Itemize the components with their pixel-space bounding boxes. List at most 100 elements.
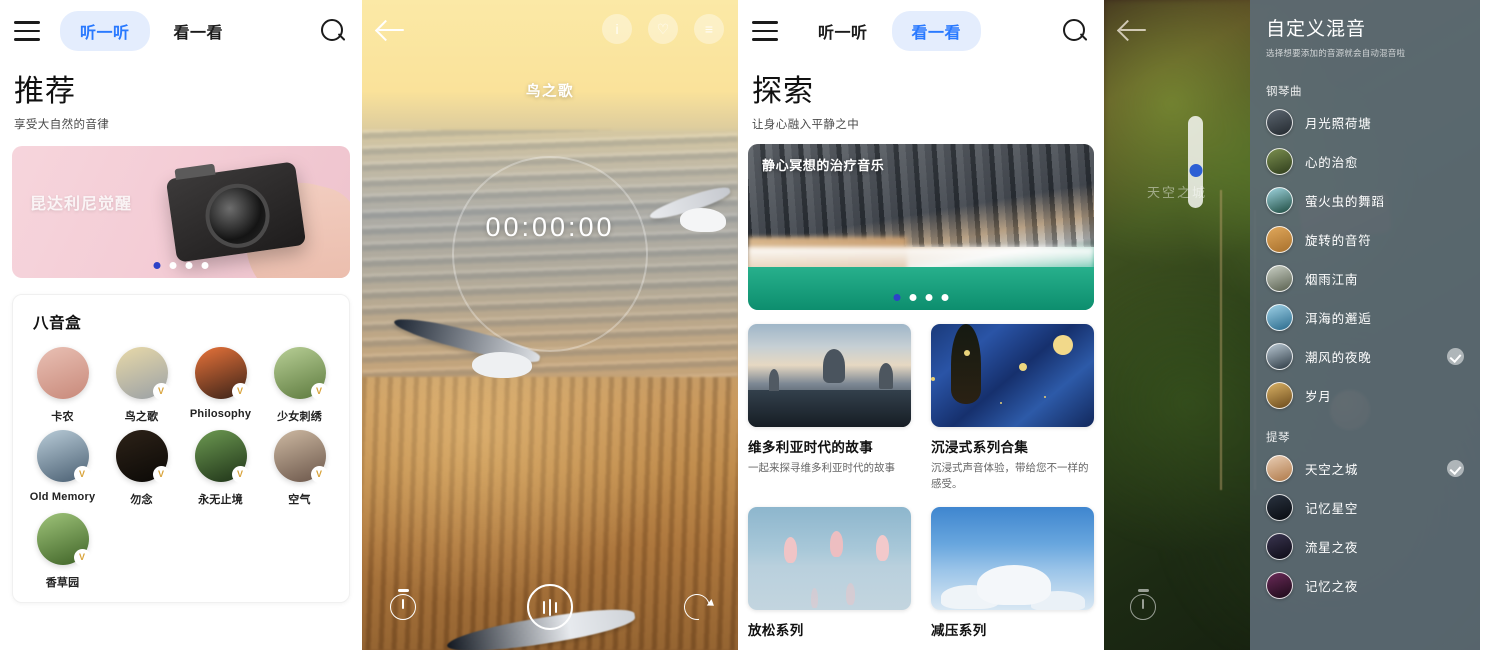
music-box-thumbnail[interactable]: V (273, 347, 328, 400)
hero-dot[interactable] (925, 294, 933, 301)
carousel-dot[interactable] (201, 262, 209, 269)
mixer-sound-row[interactable]: 记忆之夜 (1250, 566, 1480, 605)
back-arrow-icon[interactable] (378, 18, 406, 42)
tab-listen[interactable]: 听一听 (60, 11, 150, 51)
music-box-thumbnail[interactable]: V (273, 430, 328, 483)
card-title: 维多利亚时代的故事 (748, 440, 874, 455)
sound-avatar (1266, 187, 1293, 214)
tab-watch[interactable]: 看一看 (891, 11, 982, 51)
mixer-sound-row[interactable]: 岁月 (1250, 376, 1480, 415)
hero-dot[interactable] (893, 294, 901, 301)
carousel-dot[interactable] (185, 262, 193, 269)
mixer-sound-row[interactable]: 洱海的邂逅 (1250, 298, 1480, 337)
explore-card[interactable]: 减压系列 (931, 506, 1094, 639)
music-box-item[interactable]: V Old Memory (23, 430, 102, 507)
card-image[interactable] (931, 506, 1094, 610)
music-box-label: 鸟之歌 (124, 411, 159, 423)
music-box-thumbnail[interactable]: V (194, 347, 249, 400)
hero-dot[interactable] (909, 294, 917, 301)
music-box-item[interactable]: V 永无止境 (181, 430, 260, 507)
panel-explore: 听一听 看一看 探索 让身心融入平静之中 静心冥想的治疗音乐 维多利亚时代的故事… (738, 0, 1104, 650)
mixer-sound-row[interactable]: 天空之城 (1250, 449, 1480, 488)
mixer-icon[interactable] (527, 584, 573, 630)
panel1-topbar: 听一听 看一看 (0, 0, 362, 62)
hero-banner[interactable]: 静心冥想的治疗音乐 (748, 144, 1094, 310)
mixer-sound-row[interactable]: 记忆星空 (1250, 488, 1480, 527)
music-box-thumbnail[interactable] (36, 347, 89, 399)
sound-name: 洱海的邂逅 (1305, 312, 1372, 326)
music-box-item[interactable]: 卡农 (23, 347, 102, 424)
search-icon[interactable] (1060, 16, 1090, 46)
mixer-title: 自定义混音 (1266, 19, 1367, 40)
back-arrow-icon[interactable] (1120, 18, 1148, 42)
music-box-thumbnail[interactable]: V (194, 430, 249, 483)
sound-avatar (1266, 343, 1293, 370)
sound-name: 潮风的夜晚 (1305, 351, 1372, 365)
hamburger-menu-icon[interactable] (752, 21, 778, 41)
tab-listen[interactable]: 听一听 (798, 11, 888, 51)
mixer-sound-row[interactable]: 烟雨江南 (1250, 259, 1480, 298)
explore-card[interactable]: 沉浸式系列合集 沉浸式声音体验，带给您不一样的感受。 (931, 324, 1094, 493)
sound-name: 月光照荷塘 (1305, 117, 1372, 131)
card-image[interactable] (931, 324, 1094, 427)
progress-ring (452, 156, 648, 352)
panel3-topbar: 听一听 看一看 (738, 0, 1104, 62)
music-box-item[interactable]: V 香草园 (23, 513, 102, 590)
mixer-sound-row[interactable]: 心的治愈 (1250, 142, 1480, 181)
music-box-thumbnail[interactable]: V (115, 347, 170, 400)
card-image[interactable] (748, 324, 911, 427)
carousel-dots[interactable] (153, 262, 209, 269)
music-box-item[interactable]: V 空气 (260, 430, 339, 507)
music-box-item[interactable]: V 勿念 (102, 430, 181, 507)
hero-dot[interactable] (941, 294, 949, 301)
hamburger-menu-icon[interactable] (14, 21, 40, 41)
music-box-item[interactable]: V 鸟之歌 (102, 347, 181, 424)
vip-badge-icon: V (73, 466, 91, 483)
music-box-item[interactable]: V 少女刺绣 (260, 347, 339, 424)
music-box-label: 少女刺绣 (277, 411, 322, 423)
music-box-item[interactable]: V Philosophy (181, 347, 260, 424)
repeat-icon[interactable] (678, 588, 716, 626)
timer-icon[interactable] (390, 589, 416, 620)
sound-check-icon[interactable] (1447, 460, 1464, 477)
search-icon[interactable] (318, 16, 348, 46)
mixer-sound-row[interactable]: 月光照荷塘 (1250, 103, 1480, 142)
card-description: 沉浸式声音体验，带给您不一样的感受。 (931, 462, 1089, 490)
hero-label: 静心冥想的治疗音乐 (762, 158, 885, 173)
mixer-sound-row[interactable]: 流星之夜 (1250, 527, 1480, 566)
music-box-card: 八音盒 卡农 V 鸟之歌 V Philosophy V 少女刺绣 V Old Memory V 勿念… (12, 294, 350, 603)
sound-avatar (1266, 494, 1293, 521)
mixer-sound-row[interactable]: 潮风的夜晚 (1250, 337, 1480, 376)
mixer-sound-row[interactable]: 萤火虫的舞蹈 (1250, 181, 1480, 220)
player-elapsed-time: 00:00:00 (485, 212, 615, 242)
carousel-dot[interactable] (153, 262, 161, 269)
music-box-thumbnail[interactable]: V (36, 513, 91, 566)
carousel-banner[interactable]: 昆达利尼觉醒 (12, 146, 350, 278)
card-title: 减压系列 (931, 622, 987, 638)
slider-knob[interactable] (1189, 164, 1202, 177)
player-tools: i ♡ ≡ (602, 14, 724, 44)
list-icon[interactable]: ≡ (694, 14, 724, 44)
explore-card[interactable]: 放松系列 (748, 506, 911, 639)
timer-button[interactable] (1130, 589, 1156, 620)
card-description: 一起来探寻维多利亚时代的故事 (748, 462, 895, 474)
section-title: 八音盒 (33, 315, 82, 332)
page-subtitle: 让身心融入平静之中 (752, 119, 860, 131)
sound-name: 心的治愈 (1305, 156, 1359, 170)
mixer-section-title: 提琴 (1266, 432, 1290, 444)
vip-badge-icon: V (231, 383, 249, 400)
music-box-thumbnail[interactable]: V (36, 430, 91, 483)
page-title: 探索 (752, 75, 814, 108)
heart-icon[interactable]: ♡ (648, 14, 678, 44)
explore-card[interactable]: 维多利亚时代的故事一起来探寻维多利亚时代的故事 (748, 324, 911, 493)
card-image[interactable] (748, 506, 911, 610)
sound-check-icon[interactable] (1447, 348, 1464, 365)
tab-watch[interactable]: 看一看 (154, 11, 244, 51)
music-box-thumbnail[interactable]: V (115, 430, 170, 483)
info-icon[interactable]: i (602, 14, 632, 44)
carousel-dot[interactable] (169, 262, 177, 269)
timer-icon[interactable] (1130, 589, 1156, 620)
mixer-sound-row[interactable]: 旋转的音符 (1250, 220, 1480, 259)
hero-dots[interactable] (893, 294, 949, 301)
mixer-list: 钢琴曲 月光照荷塘 心的治愈 萤火虫的舞蹈 旋转的音符 烟雨江南 洱海的邂逅 潮风的夜晚 岁月提… (1250, 69, 1480, 605)
